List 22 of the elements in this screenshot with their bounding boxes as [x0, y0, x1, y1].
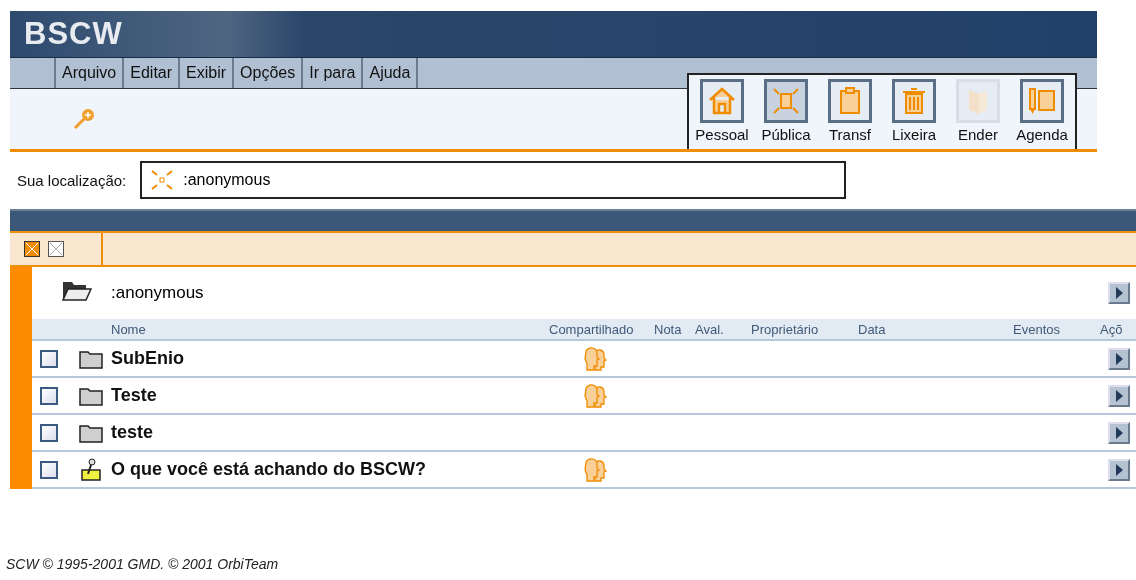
column-header[interactable]: Proprietário — [751, 321, 858, 337]
column-header[interactable]: Nota — [654, 321, 695, 337]
toolbar-button[interactable]: Pública — [755, 79, 817, 143]
logo: BSCW — [24, 16, 123, 52]
toolbar-button[interactable]: Lixeira — [883, 79, 945, 143]
column-header[interactable]: Açõ — [1100, 321, 1136, 337]
toolbar-button[interactable]: Agenda — [1011, 79, 1073, 143]
column-header[interactable]: Nome — [111, 321, 549, 337]
footer-text: SCW © 1995-2001 GMD. © 2001 OrbiTeam — [5, 556, 280, 574]
location-label: Sua localização: — [17, 171, 127, 189]
column-header[interactable]: Data — [858, 321, 1013, 337]
item-name[interactable]: SubEnio — [111, 348, 549, 369]
item-name[interactable]: O que você está achando do BSCW? — [111, 459, 549, 480]
toolbar-button[interactable]: Transf — [819, 79, 881, 143]
item-name[interactable]: Teste — [111, 385, 549, 406]
location-value: :anonymous — [183, 171, 271, 189]
item-name[interactable]: teste — [111, 422, 549, 443]
toolbar-button[interactable]: Pessoal — [691, 79, 753, 143]
folder-title: :anonymous — [111, 283, 205, 303]
column-header[interactable]: Eventos — [1013, 321, 1100, 337]
column-header[interactable]: Aval. — [695, 321, 751, 337]
column-header[interactable]: Compartilhado — [549, 321, 654, 337]
